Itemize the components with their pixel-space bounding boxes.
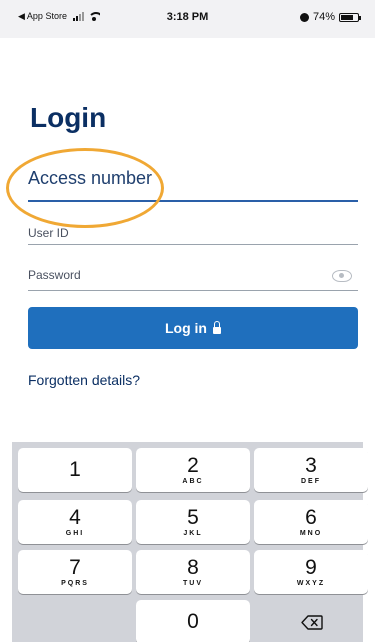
show-password-eye-icon[interactable] [332, 270, 352, 282]
user-id-label: User ID [28, 226, 69, 240]
key-letters: DEF [301, 478, 321, 485]
backspace-icon [301, 615, 323, 630]
login-button-label: Log in [165, 320, 207, 336]
battery-percent: 74% [312, 11, 335, 23]
key-letters: PQRS [61, 580, 89, 587]
key-2[interactable]: 2 ABC [136, 448, 250, 492]
key-number: 8 [187, 556, 199, 579]
key-number: 0 [187, 610, 199, 633]
key-6[interactable]: 6 MNO [254, 500, 368, 544]
key-number: 2 [187, 454, 199, 477]
key-7[interactable]: 7 PQRS [18, 550, 132, 594]
battery-level [341, 14, 353, 20]
access-number-label: Access number [28, 168, 153, 188]
key-letters: WXYZ [296, 580, 326, 587]
key-5[interactable]: 5 JKL [136, 500, 250, 544]
numeric-keypad: 1 2 ABC 3 DEF 4 GHI 5 JKL 6 MNO 7 PQRS 8… [12, 442, 368, 642]
access-number-field[interactable]: Access number [28, 168, 358, 202]
key-number: 7 [69, 556, 81, 579]
key-number: 6 [305, 506, 317, 529]
key-number: 4 [69, 506, 81, 529]
key-letters: TUV [183, 580, 203, 587]
key-0[interactable]: 0 [136, 600, 250, 642]
key-1[interactable]: 1 [18, 448, 132, 492]
page-title: Login [30, 102, 107, 133]
status-bar: ◀ App Store 3:18 PM 74% [0, 0, 375, 38]
key-9[interactable]: 9 WXYZ [254, 550, 368, 594]
key-letters: JKL [183, 530, 203, 537]
key-number: 9 [305, 556, 317, 579]
key-letters: ABC [182, 478, 204, 485]
lock-icon [213, 320, 221, 334]
battery-icon [339, 12, 361, 22]
user-id-underline [28, 244, 358, 245]
delete-key[interactable] [254, 600, 368, 642]
key-number: 5 [187, 506, 199, 529]
forgotten-details-link[interactable]: Forgotten details? [28, 372, 140, 388]
key-number: 1 [69, 458, 81, 481]
key-4[interactable]: 4 GHI [18, 500, 132, 544]
key-3[interactable]: 3 DEF [254, 448, 368, 492]
access-number-underline [28, 200, 358, 202]
status-right: 74% [299, 11, 361, 23]
alarm-icon [299, 12, 309, 22]
login-button[interactable]: Log in [28, 307, 358, 349]
password-field[interactable]: Password [28, 268, 358, 291]
key-8[interactable]: 8 TUV [136, 550, 250, 594]
password-underline [28, 290, 358, 291]
password-label: Password [28, 268, 81, 282]
key-letters: GHI [65, 530, 85, 537]
key-letters: MNO [299, 530, 323, 537]
key-number: 3 [305, 454, 317, 477]
user-id-field[interactable]: User ID [28, 226, 358, 245]
